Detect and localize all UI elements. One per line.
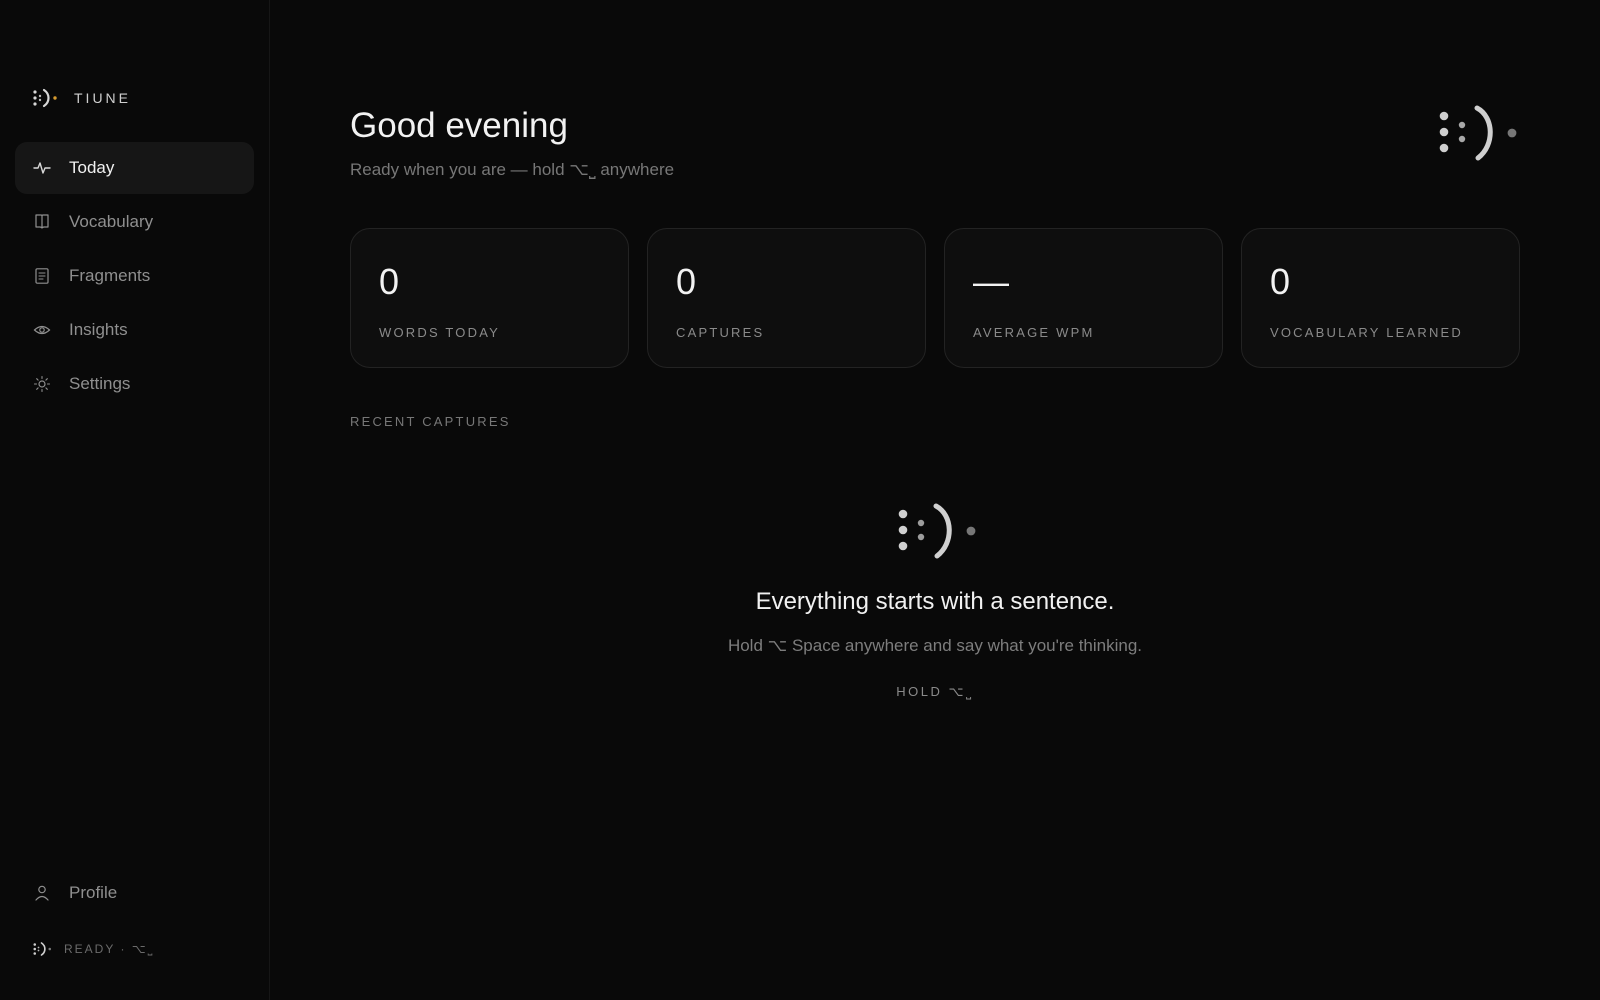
- sidebar-item-label: Today: [69, 158, 115, 177]
- stat-value: 0: [379, 261, 400, 302]
- shortcut-hint: HOLD ⌥⎵: [896, 684, 974, 699]
- page-subtitle: Ready when you are — hold ⌥⎵ anywhere: [350, 160, 675, 179]
- stat-card-average-wpm: — AVERAGE WPM: [944, 228, 1223, 368]
- sidebar-item-fragments[interactable]: Fragments: [15, 250, 254, 302]
- sidebar-item-insights[interactable]: Insights: [15, 304, 254, 356]
- sun-gear-icon: [33, 375, 51, 393]
- stat-card-words-today: 0 WORDS TODAY: [350, 228, 629, 368]
- stats-row: 0 WORDS TODAY 0 CAPTURES — AVERAGE WPM 0…: [350, 228, 1520, 368]
- eye-icon: [33, 325, 51, 335]
- sidebar: TIUNE Today Vocabulary Fragments Insight…: [0, 0, 270, 1000]
- sidebar-item-today[interactable]: Today: [15, 142, 254, 194]
- stat-value: —: [973, 261, 1009, 302]
- sidebar-item-label: Fragments: [69, 266, 151, 285]
- stat-value: 0: [1270, 261, 1291, 302]
- page-title: Good evening: [350, 106, 568, 145]
- brand: TIUNE: [32, 86, 131, 110]
- sidebar-item-label: Insights: [69, 320, 128, 339]
- sidebar-item-label: Settings: [69, 374, 131, 393]
- profile-button[interactable]: Profile: [33, 883, 117, 903]
- status-indicator: READY · ⌥⎵: [32, 940, 154, 958]
- stat-label: CAPTURES: [676, 325, 765, 340]
- book-icon: [35, 214, 49, 229]
- sidebar-item-vocabulary[interactable]: Vocabulary: [15, 196, 254, 248]
- app-window: TIUNE Today Vocabulary Fragments Insight…: [0, 0, 1600, 1000]
- pulse-icon: [33, 162, 51, 174]
- tiune-logo-icon: [33, 942, 52, 956]
- brand-name: TIUNE: [74, 90, 131, 106]
- empty-state-text: Hold ⌥ Space anywhere and say what you'r…: [727, 636, 1143, 655]
- stat-card-captures: 0 CAPTURES: [647, 228, 926, 368]
- recent-captures-label: RECENT CAPTURES: [350, 414, 511, 429]
- stat-label: AVERAGE WPM: [973, 325, 1095, 340]
- sidebar-item-label: Vocabulary: [69, 212, 154, 231]
- user-icon: [35, 885, 49, 901]
- empty-state-title: Everything starts with a sentence.: [755, 588, 1115, 615]
- sidebar-nav: Today Vocabulary Fragments Insights Sett…: [15, 142, 254, 412]
- document-icon: [35, 268, 49, 284]
- stat-label: WORDS TODAY: [379, 325, 500, 340]
- stat-value: 0: [676, 261, 697, 302]
- tiune-logo-icon: [33, 88, 57, 108]
- empty-state: Everything starts with a sentence. Hold …: [700, 500, 1170, 700]
- profile-label: Profile: [69, 883, 118, 902]
- stat-label: VOCABULARY LEARNED: [1270, 325, 1464, 340]
- tiune-logo-icon: [898, 503, 976, 559]
- sidebar-item-settings[interactable]: Settings: [15, 358, 254, 410]
- tiune-logo-icon: [1439, 105, 1517, 161]
- stat-card-vocabulary-learned: 0 VOCABULARY LEARNED: [1241, 228, 1520, 368]
- status-text: READY · ⌥⎵: [64, 941, 155, 956]
